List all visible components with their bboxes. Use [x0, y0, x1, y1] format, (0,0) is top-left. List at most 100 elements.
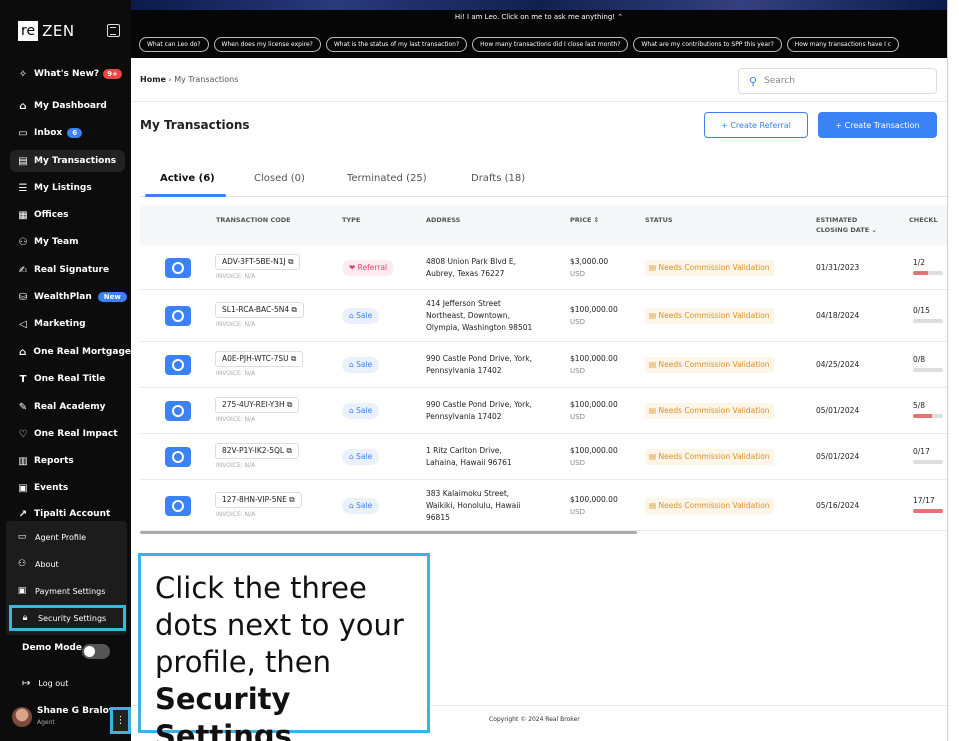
closing-date: 04/18/2024	[816, 311, 860, 320]
sidebar-item-one-real-title[interactable]: T One Real Title	[0, 368, 131, 390]
banner-title[interactable]: Hi! I am Leo. Click on me to ask me anyt…	[131, 13, 947, 21]
view-eye-icon[interactable]	[165, 257, 191, 278]
sidebar-item-label: Tipalti Account	[34, 509, 111, 519]
suggestion-chip[interactable]: How many transactions have I c	[786, 37, 900, 52]
suggestion-chip[interactable]: What can Leo do?	[139, 37, 209, 52]
table-row[interactable]: 275-4UY-REI-Y3H ⧉ INVOICE: N/A ⌂ Sale 990 C…	[140, 388, 947, 434]
price-value: $100,000.00	[570, 305, 618, 314]
sidebar-item-inbox[interactable]: ▭ Inbox 6	[0, 122, 131, 144]
view-eye-icon[interactable]	[165, 355, 191, 375]
sidebar-item-label: Real Signature	[34, 265, 110, 275]
sidebar-item-my-dashboard[interactable]: ⌂ My Dashboard	[0, 95, 131, 117]
sidebar-item-what-s-new[interactable]: ✧ What's New? 9+	[0, 63, 131, 85]
status-badge: ▤ Needs Commission Validation	[645, 357, 774, 373]
table-row[interactable]: ADV-3FT-5BE-N1J ⧉ INVOICE: N/A ❤︎ Referral…	[140, 245, 947, 290]
sidebar-item-label: My Team	[34, 237, 79, 247]
sidebar-item-my-transactions[interactable]: ▤ My Transactions	[10, 150, 125, 172]
transaction-code[interactable]: SL1-RCA-BAC-5N4 ⧉	[215, 302, 304, 318]
view-eye-icon[interactable]	[165, 495, 191, 516]
leo-banner[interactable]: Hi! I am Leo. Click on me to ask me anyt…	[131, 10, 947, 58]
tab-closed[interactable]: Closed (0)	[254, 173, 305, 184]
search-input[interactable]: ⚲ Search	[738, 68, 937, 94]
checklist-count: 0/8	[913, 355, 926, 364]
sidebar-item-reports[interactable]: ▥ Reports	[0, 450, 131, 472]
submenu-item-payment-settings[interactable]: ▣ Payment Settings	[6, 580, 127, 602]
logout-button[interactable]: ↦ Log out	[22, 678, 68, 689]
app-logo[interactable]: re ZEN	[18, 20, 75, 42]
notification-badge: New	[97, 292, 127, 302]
sidebar-item-events[interactable]: ▣ Events	[0, 477, 131, 499]
copy-icon[interactable]: ⧉	[286, 257, 293, 266]
banner-decoration	[131, 0, 947, 10]
sidebar-item-offices[interactable]: ▦ Offices	[0, 204, 131, 226]
submenu-item-security-settings[interactable]: 🔒︎ Security Settings	[9, 605, 126, 631]
view-eye-icon[interactable]	[165, 306, 191, 326]
table-row[interactable]: SL1-RCA-BAC-5N4 ⧉ INVOICE: N/A ⌂ Sale 414 J…	[140, 290, 947, 342]
sidebar-item-marketing[interactable]: ◁ Marketing	[0, 313, 131, 335]
mortgage-icon: ⌂	[19, 346, 27, 358]
status-label: Needs Commission Validation	[658, 406, 770, 415]
sidebar-item-wealthplan[interactable]: ⛁ WealthPlan New	[0, 286, 131, 308]
view-eye-icon[interactable]	[165, 401, 191, 421]
transaction-code[interactable]: 275-4UY-REI-Y3H ⧉	[215, 397, 300, 413]
avatar[interactable]	[12, 707, 32, 727]
transaction-code[interactable]: A0E-PJH-WTC-7SU ⧉	[215, 351, 304, 367]
sidebar-item-one-real-mortgage[interactable]: ⌂ One Real Mortgage	[0, 341, 131, 363]
profile-menu-button[interactable]: ⋮	[110, 707, 131, 734]
tab-terminated[interactable]: Terminated (25)	[347, 173, 427, 184]
transaction-code[interactable]: 82V-P1Y-IK2-5QL ⧉	[215, 443, 299, 459]
suggestion-chip[interactable]: When does my license expire?	[213, 37, 321, 52]
sidebar-item-real-academy[interactable]: ✎ Real Academy	[0, 396, 131, 418]
sidebar-item-label: What's New?	[34, 69, 100, 79]
checklist-count: 1/2	[913, 257, 926, 267]
address-line: 1 Ritz Carlton Drive,	[426, 446, 502, 455]
suggestion-chip[interactable]: What is the status of my last transactio…	[325, 37, 468, 52]
submenu-item-about[interactable]: ⚇ About	[6, 553, 127, 575]
suggestion-chip[interactable]: What are my contributions to SPP this ye…	[633, 37, 782, 52]
invoice-label: INVOICE: N/A	[216, 462, 256, 469]
breadcrumb-home[interactable]: Home	[140, 75, 166, 84]
list-icon: ☰	[18, 182, 28, 194]
invoice-label: INVOICE: N/A	[216, 416, 256, 423]
copy-icon[interactable]: ⧉	[287, 495, 294, 504]
horizontal-scrollbar[interactable]	[140, 531, 637, 534]
tab-drafts[interactable]: Drafts (18)	[471, 173, 525, 184]
checklist-count: 5/8	[913, 401, 926, 410]
copy-icon[interactable]: ⧉	[289, 354, 296, 363]
view-eye-icon[interactable]	[165, 447, 191, 467]
tab-active[interactable]: Active (6)	[160, 173, 215, 184]
wealth-icon: ⛁	[18, 291, 28, 303]
col-price[interactable]: PRICE ⇕	[570, 215, 599, 225]
closing-date: 05/01/2024	[816, 406, 860, 415]
sidebar-item-real-signature[interactable]: ✍ Real Signature	[0, 259, 131, 281]
copy-icon[interactable]: ⧉	[285, 400, 292, 409]
submenu-item-agent-profile[interactable]: ▭ Agent Profile	[6, 526, 127, 548]
table-row[interactable]: 127-8HN-VIP-5NE ⧉ INVOICE: N/A ⌂ Sale 383 K…	[140, 480, 947, 531]
create-transaction-button[interactable]: + Create Transaction	[818, 112, 937, 138]
transaction-code-text: A0E-PJH-WTC-7SU	[222, 354, 289, 363]
suggestion-chip[interactable]: How many transactions did I close last m…	[472, 37, 629, 52]
transaction-code[interactable]: ADV-3FT-5BE-N1J ⧉	[215, 253, 301, 270]
sidebar-item-my-team[interactable]: ⚇ My Team	[0, 231, 131, 253]
sidebar-item-label: My Transactions	[34, 156, 117, 166]
table-row[interactable]: A0E-PJH-WTC-7SU ⧉ INVOICE: N/A ⌂ Sale 990 C…	[140, 342, 947, 388]
copy-icon[interactable]: ⧉	[284, 446, 291, 455]
collapse-sidebar-icon[interactable]	[107, 24, 120, 37]
sidebar-item-one-real-impact[interactable]: ♡ One Real Impact	[0, 423, 131, 445]
demo-mode-toggle[interactable]	[82, 644, 110, 659]
price-currency: USD	[570, 367, 585, 375]
callout-bold-text: Security Settings	[155, 682, 292, 741]
col-closing-line1[interactable]: ESTIMATED	[816, 215, 857, 225]
sidebar-item-my-listings[interactable]: ☰ My Listings	[0, 177, 131, 199]
address-cell: 414 Jefferson Street Northeast, Downtown,…	[426, 298, 532, 334]
create-referral-button[interactable]: + Create Referral	[704, 112, 808, 138]
sidebar-item-label: Offices	[34, 210, 69, 220]
transaction-code-text: SL1-RCA-BAC-5N4	[222, 305, 290, 314]
table-row[interactable]: 82V-P1Y-IK2-5QL ⧉ INVOICE: N/A ⌂ Sale 1 Rit…	[140, 434, 947, 480]
transaction-code[interactable]: 127-8HN-VIP-5NE ⧉	[215, 491, 302, 508]
col-address: ADDRESS	[426, 216, 461, 224]
type-badge: ❤︎ Referral	[342, 259, 395, 276]
col-closing-line2[interactable]: CLOSING DATE ⌄	[816, 225, 877, 235]
invoice-label: INVOICE: N/A	[216, 510, 256, 518]
copy-icon[interactable]: ⧉	[289, 305, 297, 314]
